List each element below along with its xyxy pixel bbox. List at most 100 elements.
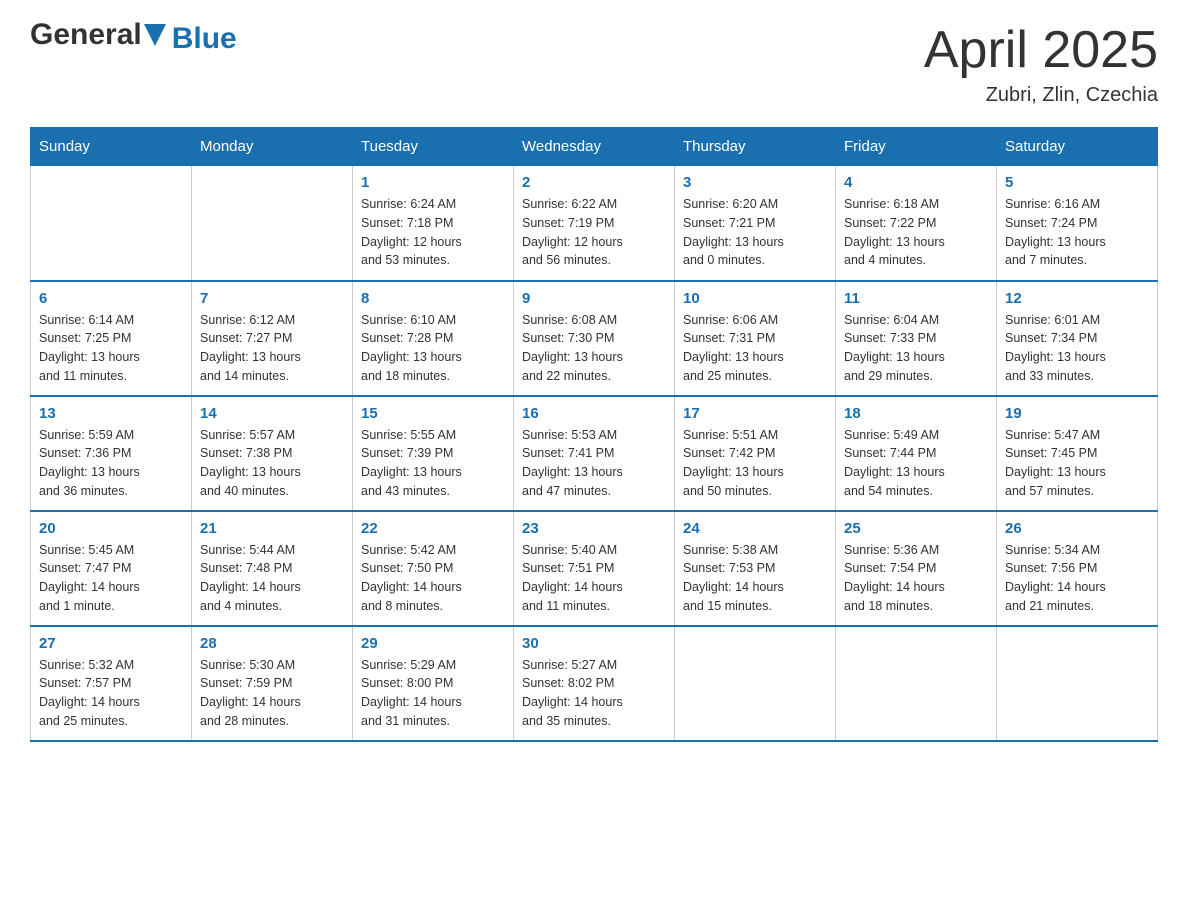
calendar-table: Sunday Monday Tuesday Wednesday Thursday… [30,127,1158,742]
day-info: Sunrise: 6:14 AM Sunset: 7:25 PM Dayligh… [39,311,183,386]
header-thursday: Thursday [675,128,836,166]
day-cell-31: 30 Sunrise: 5:27 AM Sunset: 8:02 PM Dayli… [514,626,675,741]
day-number: 16 [522,405,666,422]
day-cell-34 [997,626,1158,741]
day-cell-29: 28 Sunrise: 5:30 AM Sunset: 7:59 PM Dayli… [192,626,353,741]
day-number: 18 [844,405,988,422]
day-cell-24: 23 Sunrise: 5:40 AM Sunset: 7:51 PM Dayli… [514,511,675,626]
day-info: Sunrise: 5:59 AM Sunset: 7:36 PM Dayligh… [39,426,183,501]
day-cell-5: 4 Sunrise: 6:18 AM Sunset: 7:22 PM Daylig… [836,166,997,281]
day-info: Sunrise: 5:51 AM Sunset: 7:42 PM Dayligh… [683,426,827,501]
header-wednesday: Wednesday [514,128,675,166]
day-info: Sunrise: 6:20 AM Sunset: 7:21 PM Dayligh… [683,195,827,270]
day-number: 7 [200,290,344,307]
day-number: 28 [200,635,344,652]
day-info: Sunrise: 6:08 AM Sunset: 7:30 PM Dayligh… [522,311,666,386]
day-cell-15: 14 Sunrise: 5:57 AM Sunset: 7:38 PM Dayli… [192,396,353,511]
day-number: 22 [361,520,505,537]
day-info: Sunrise: 6:04 AM Sunset: 7:33 PM Dayligh… [844,311,988,386]
day-cell-17: 16 Sunrise: 5:53 AM Sunset: 7:41 PM Dayli… [514,396,675,511]
day-cell-0 [31,166,192,281]
day-info: Sunrise: 5:45 AM Sunset: 7:47 PM Dayligh… [39,541,183,616]
day-info: Sunrise: 5:30 AM Sunset: 7:59 PM Dayligh… [200,656,344,731]
day-cell-12: 11 Sunrise: 6:04 AM Sunset: 7:33 PM Dayli… [836,281,997,396]
day-cell-22: 21Sunrise: 5:44 AM Sunset: 7:48 PM Dayli… [192,511,353,626]
day-info: Sunrise: 6:06 AM Sunset: 7:31 PM Dayligh… [683,311,827,386]
day-number: 13 [39,405,183,422]
day-number: 23 [522,520,666,537]
day-cell-7: 6 Sunrise: 6:14 AM Sunset: 7:25 PM Daylig… [31,281,192,396]
header-sunday: Sunday [31,128,192,166]
calendar-title: April 2025 [924,20,1158,80]
day-info: Sunrise: 6:12 AM Sunset: 7:27 PM Dayligh… [200,311,344,386]
logo: General [30,20,168,50]
header-friday: Friday [836,128,997,166]
day-cell-18: 17 Sunrise: 5:51 AM Sunset: 7:42 PM Dayli… [675,396,836,511]
day-cell-19: 18 Sunrise: 5:49 AM Sunset: 7:44 PM Dayli… [836,396,997,511]
day-info: Sunrise: 5:36 AM Sunset: 7:54 PM Dayligh… [844,541,988,616]
day-cell-14: 13 Sunrise: 5:59 AM Sunset: 7:36 PM Dayli… [31,396,192,511]
day-number: 8 [361,290,505,307]
week-row-3: 13 Sunrise: 5:59 AM Sunset: 7:36 PM Dayli… [31,396,1158,511]
day-info: Sunrise: 6:18 AM Sunset: 7:22 PM Dayligh… [844,195,988,270]
day-cell-10: 9 Sunrise: 6:08 AM Sunset: 7:30 PM Daylig… [514,281,675,396]
day-cell-8: 7 Sunrise: 6:12 AM Sunset: 7:27 PM Daylig… [192,281,353,396]
week-row-1: 1Sunrise: 6:24 AM Sunset: 7:18 PM Daylig… [31,166,1158,281]
day-cell-20: 19 Sunrise: 5:47 AM Sunset: 7:45 PM Dayli… [997,396,1158,511]
day-number: 20 [39,520,183,537]
logo-text: General [30,20,142,50]
day-info: Sunrise: 5:32 AM Sunset: 7:57 PM Dayligh… [39,656,183,731]
day-cell-11: 10 Sunrise: 6:06 AM Sunset: 7:31 PM Dayli… [675,281,836,396]
day-info: Sunrise: 6:01 AM Sunset: 7:34 PM Dayligh… [1005,311,1149,386]
title-section: April 2025 Zubri, Zlin, Czechia [924,20,1158,107]
day-info: Sunrise: 5:44 AM Sunset: 7:48 PM Dayligh… [200,541,344,616]
day-number: 2 [522,174,666,191]
day-cell-25: 24Sunrise: 5:38 AM Sunset: 7:53 PM Dayli… [675,511,836,626]
day-info: Sunrise: 6:22 AM Sunset: 7:19 PM Dayligh… [522,195,666,270]
day-cell-1 [192,166,353,281]
day-info: Sunrise: 5:47 AM Sunset: 7:45 PM Dayligh… [1005,426,1149,501]
day-number: 27 [39,635,183,652]
day-cell-3: 2 Sunrise: 6:22 AM Sunset: 7:19 PM Daylig… [514,166,675,281]
day-cell-32 [675,626,836,741]
day-number: 6 [39,290,183,307]
page-header: General Blue April 2025 Zubri, Zlin, Cze… [30,20,1158,107]
day-number: 3 [683,174,827,191]
day-number: 9 [522,290,666,307]
header-saturday: Saturday [997,128,1158,166]
day-info: Sunrise: 6:16 AM Sunset: 7:24 PM Dayligh… [1005,195,1149,270]
day-number: 14 [200,405,344,422]
day-info: Sunrise: 5:42 AM Sunset: 7:50 PM Dayligh… [361,541,505,616]
header-monday: Monday [192,128,353,166]
day-info: Sunrise: 5:40 AM Sunset: 7:51 PM Dayligh… [522,541,666,616]
day-cell-9: 8Sunrise: 6:10 AM Sunset: 7:28 PM Daylig… [353,281,514,396]
day-info: Sunrise: 5:38 AM Sunset: 7:53 PM Dayligh… [683,541,827,616]
logo-bottom-row: Blue [172,22,237,56]
day-cell-6: 5Sunrise: 6:16 AM Sunset: 7:24 PM Daylig… [997,166,1158,281]
day-number: 25 [844,520,988,537]
day-info: Sunrise: 5:34 AM Sunset: 7:56 PM Dayligh… [1005,541,1149,616]
day-number: 17 [683,405,827,422]
day-cell-26: 25 Sunrise: 5:36 AM Sunset: 7:54 PM Dayli… [836,511,997,626]
day-info: Sunrise: 5:57 AM Sunset: 7:38 PM Dayligh… [200,426,344,501]
weekday-header-row: Sunday Monday Tuesday Wednesday Thursday… [31,128,1158,166]
header-tuesday: Tuesday [353,128,514,166]
day-number: 11 [844,290,988,307]
day-cell-21: 20 Sunrise: 5:45 AM Sunset: 7:47 PM Dayli… [31,511,192,626]
day-info: Sunrise: 5:27 AM Sunset: 8:02 PM Dayligh… [522,656,666,731]
day-info: Sunrise: 5:53 AM Sunset: 7:41 PM Dayligh… [522,426,666,501]
calendar-subtitle: Zubri, Zlin, Czechia [924,84,1158,107]
day-number: 4 [844,174,988,191]
week-row-4: 20 Sunrise: 5:45 AM Sunset: 7:47 PM Dayli… [31,511,1158,626]
logo-container: General [30,20,168,50]
day-cell-28: 27 Sunrise: 5:32 AM Sunset: 7:57 PM Dayli… [31,626,192,741]
week-row-5: 27 Sunrise: 5:32 AM Sunset: 7:57 PM Dayli… [31,626,1158,741]
week-row-2: 6 Sunrise: 6:14 AM Sunset: 7:25 PM Daylig… [31,281,1158,396]
day-cell-2: 1Sunrise: 6:24 AM Sunset: 7:18 PM Daylig… [353,166,514,281]
day-number: 30 [522,635,666,652]
day-info: Sunrise: 5:49 AM Sunset: 7:44 PM Dayligh… [844,426,988,501]
day-number: 10 [683,290,827,307]
day-number: 19 [1005,405,1149,422]
day-cell-30: 29Sunrise: 5:29 AM Sunset: 8:00 PM Dayli… [353,626,514,741]
day-info: Sunrise: 6:24 AM Sunset: 7:18 PM Dayligh… [361,195,505,270]
